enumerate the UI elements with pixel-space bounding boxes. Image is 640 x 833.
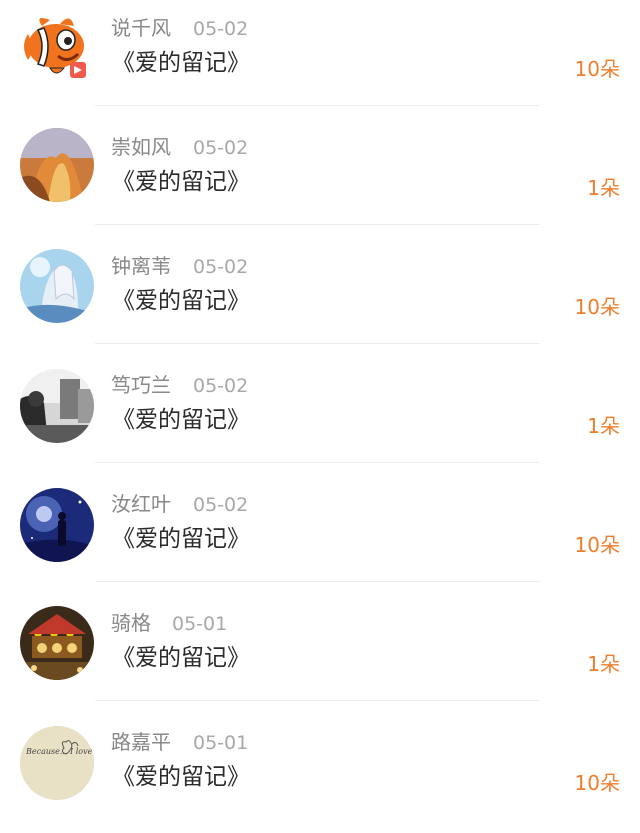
flower-count: 10朵 xyxy=(574,295,620,319)
divider xyxy=(95,581,540,582)
avatar[interactable] xyxy=(20,488,94,562)
avatar[interactable]: Because... I love you... xyxy=(20,726,94,800)
message-title[interactable]: 《爱的留记》 xyxy=(112,403,250,437)
message-title[interactable]: 《爱的留记》 xyxy=(112,46,250,80)
handwriting-icon: Because... I love you... xyxy=(20,726,94,800)
divider xyxy=(95,700,540,701)
anime-girl-icon xyxy=(20,249,94,323)
list-item[interactable]: 骑格 05-01 《爱的留记》 1朵 xyxy=(0,595,640,714)
message-title[interactable]: 《爱的留记》 xyxy=(112,165,250,199)
divider xyxy=(95,462,540,463)
message-title[interactable]: 《爱的留记》 xyxy=(112,522,250,556)
flower-count: 1朵 xyxy=(587,652,620,676)
flower-count: 10朵 xyxy=(574,57,620,81)
list-item[interactable]: 笃巧兰 05-02 《爱的留记》 1朵 xyxy=(0,357,640,476)
flower-count: 10朵 xyxy=(574,533,620,557)
avatar[interactable] xyxy=(20,249,94,323)
sender-name: 说千风 xyxy=(111,16,171,40)
divider xyxy=(95,224,540,225)
sender-name: 钟离苇 xyxy=(111,254,171,278)
avatar[interactable] xyxy=(20,606,94,680)
message-date: 05-02 xyxy=(193,494,249,516)
flower-count: 1朵 xyxy=(587,414,620,438)
message-title[interactable]: 《爱的留记》 xyxy=(112,760,250,794)
avatar[interactable] xyxy=(20,10,94,84)
message-date: 05-02 xyxy=(193,18,249,40)
message-date: 05-02 xyxy=(193,137,249,159)
list-item[interactable]: Because... I love you... 路嘉平 05-01 《爱的留记… xyxy=(0,714,640,833)
avatar-handwriting-text: Because... I love you... xyxy=(25,747,94,756)
abstract-orange-icon xyxy=(20,128,94,202)
avatar[interactable] xyxy=(20,369,94,443)
message-date: 05-02 xyxy=(193,256,249,278)
sender-name: 骑格 xyxy=(111,611,151,635)
flower-count: 10朵 xyxy=(574,771,620,795)
sender-name: 崇如风 xyxy=(111,135,171,159)
carousel-icon xyxy=(20,606,94,680)
sender-name: 笃巧兰 xyxy=(111,373,171,397)
badge-icon xyxy=(70,62,86,78)
list-item[interactable]: 崇如风 05-02 《爱的留记》 1朵 xyxy=(0,119,640,238)
message-date: 05-02 xyxy=(193,375,249,397)
avatar[interactable] xyxy=(20,128,94,202)
sender-name: 路嘉平 xyxy=(111,730,171,754)
sender-name: 汝红叶 xyxy=(111,492,171,516)
message-date: 05-01 xyxy=(193,732,249,754)
list-item[interactable]: 钟离苇 05-02 《爱的留记》 10朵 xyxy=(0,238,640,357)
divider xyxy=(95,343,540,344)
message-list: 说千风 05-02 《爱的留记》 10朵 崇如风 05-02 《爱的留记》 1朵 xyxy=(0,0,640,824)
night-sky-icon xyxy=(20,488,94,562)
list-item[interactable]: 说千风 05-02 《爱的留记》 10朵 xyxy=(0,0,640,119)
list-item[interactable]: 汝红叶 05-02 《爱的留记》 10朵 xyxy=(0,476,640,595)
divider xyxy=(95,105,540,106)
street-photo-icon xyxy=(20,369,94,443)
message-date: 05-01 xyxy=(172,613,228,635)
message-title[interactable]: 《爱的留记》 xyxy=(112,284,250,318)
message-title[interactable]: 《爱的留记》 xyxy=(112,641,250,675)
flower-count: 1朵 xyxy=(587,176,620,200)
